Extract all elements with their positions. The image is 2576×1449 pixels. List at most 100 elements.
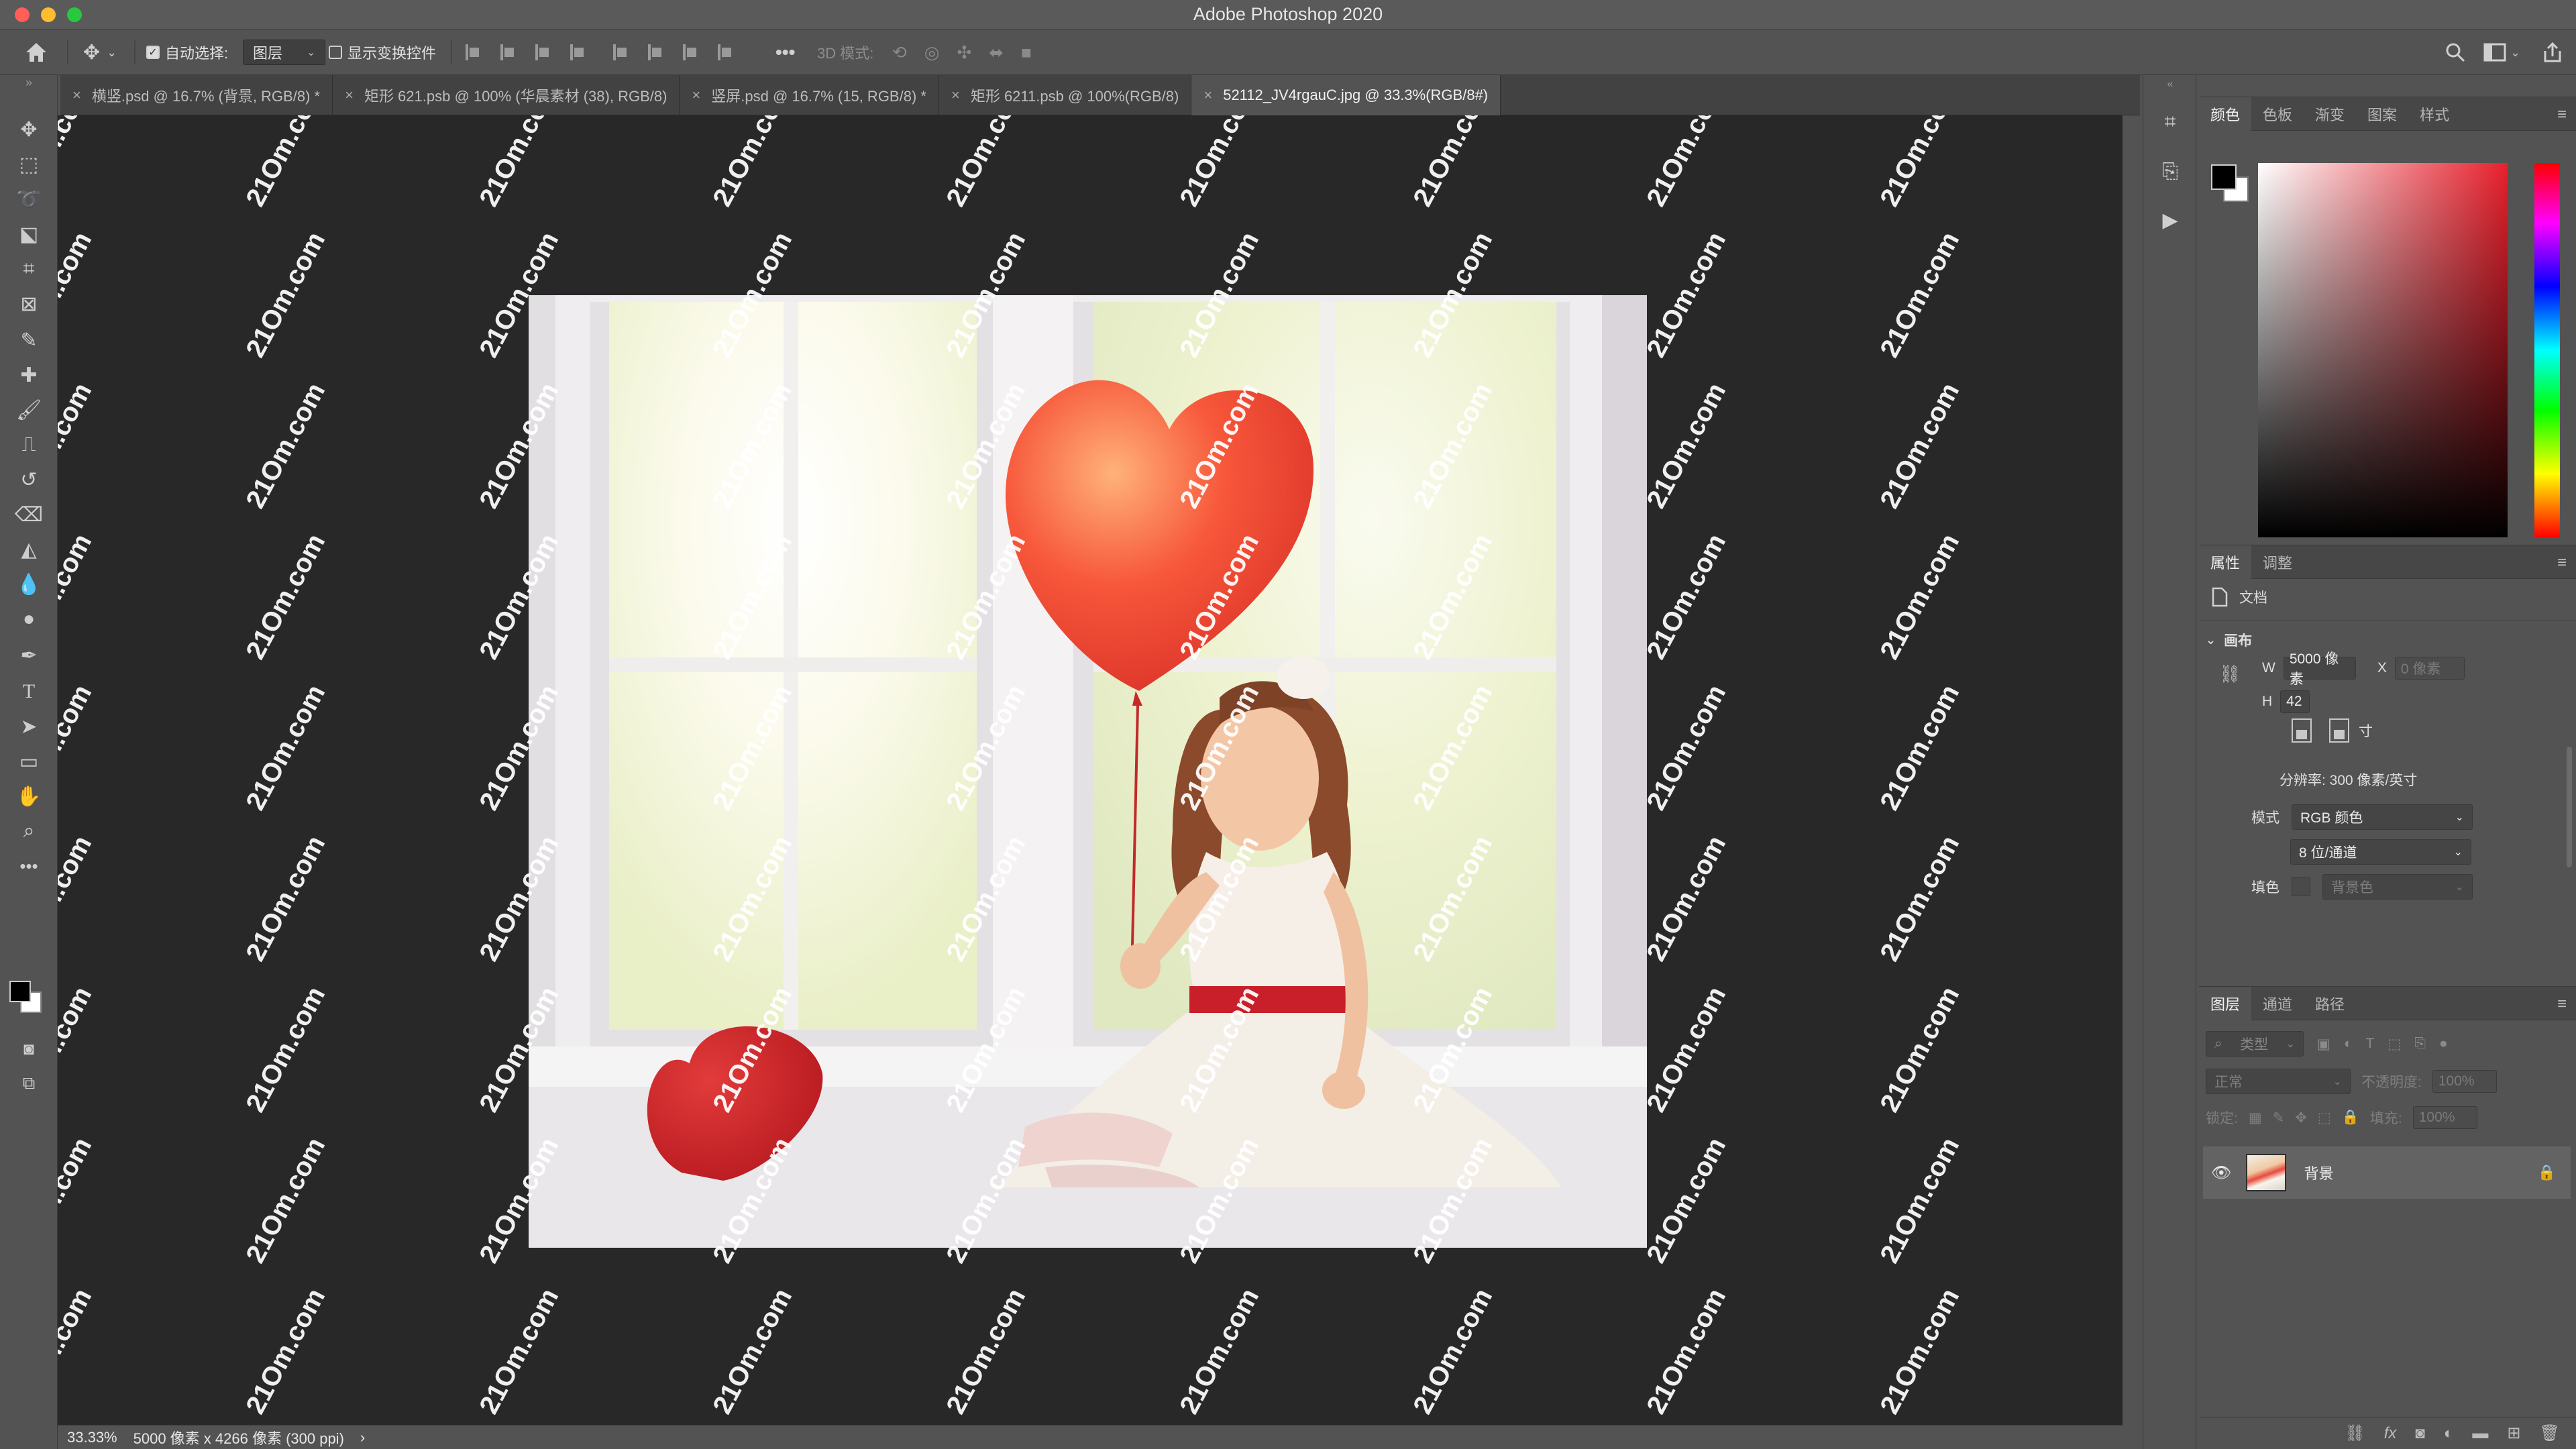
type-tool-icon[interactable]: T [15, 678, 43, 706]
height-field[interactable]: 42 [2280, 690, 2310, 713]
move-tool-icon[interactable]: ✥ [15, 115, 43, 144]
color-picker-field[interactable] [2258, 163, 2508, 537]
hand-tool-icon[interactable]: ✋ [15, 782, 43, 810]
3d-camera-icon[interactable]: ■ [1021, 42, 1032, 63]
new-layer-icon[interactable]: ⊞ [2507, 1424, 2520, 1443]
quick-mask-icon[interactable]: ◙ [15, 1034, 43, 1063]
filter-smart-object-icon[interactable]: ⎘ [2414, 1036, 2426, 1052]
more-tools-icon[interactable]: ••• [15, 852, 43, 880]
tab-gradients[interactable]: 渐变 [2304, 97, 2356, 131]
more-options-button[interactable]: ••• [775, 30, 795, 75]
filter-shape-icon[interactable]: ⬚ [2387, 1036, 2401, 1053]
screen-mode-icon[interactable]: ⧉ [15, 1069, 43, 1097]
align-center-h-icon[interactable] [499, 43, 515, 62]
status-info-menu-icon[interactable]: › [360, 1429, 365, 1446]
link-layers-icon[interactable]: ⛓ [2345, 1424, 2365, 1443]
visibility-eye-icon[interactable]: 👁 [2211, 1163, 2231, 1183]
tab-patterns[interactable]: 图案 [2356, 97, 2408, 131]
adjustment-layer-icon[interactable]: ◐ [2444, 1424, 2454, 1443]
tab-styles[interactable]: 样式 [2408, 97, 2461, 131]
frame-tool-icon[interactable]: ⊠ [15, 290, 43, 318]
share-button[interactable] [2542, 30, 2563, 75]
collapse-toolbar-icon[interactable]: » [15, 76, 43, 89]
brush-tool-icon[interactable]: 🖌 [15, 396, 43, 424]
doc-tab[interactable]: × 竖屏.psd @ 16.7% (15, RGB/8) * [680, 75, 939, 115]
document-image[interactable] [529, 295, 1647, 1248]
panel-menu-icon[interactable]: ≡ [2557, 995, 2567, 1014]
foreground-color-swatch[interactable] [9, 981, 31, 1002]
tab-channels[interactable]: 通道 [2251, 987, 2304, 1020]
lock-image-icon[interactable]: ✎ [2273, 1110, 2285, 1126]
tab-color[interactable]: 颜色 [2199, 97, 2252, 131]
path-select-tool-icon[interactable]: ➤ [15, 712, 43, 741]
link-dimensions-icon[interactable]: ⛓ [2219, 663, 2241, 684]
filter-pixel-icon[interactable]: ▣ [2317, 1036, 2330, 1053]
history-brush-tool-icon[interactable]: ↺ [15, 466, 43, 494]
doc-tab[interactable]: × 矩形 621.psb @ 100% (华晨素材 (38), RGB/8) [333, 75, 680, 115]
layer-mask-icon[interactable]: ◙ [2415, 1424, 2425, 1443]
delete-layer-icon[interactable]: 🗑 [2540, 1424, 2560, 1443]
foreground-color-swatch[interactable] [2211, 164, 2237, 190]
fill-select[interactable]: 背景色 ⌄ [2322, 874, 2473, 900]
filter-toggle-icon[interactable]: ● [2439, 1036, 2448, 1052]
width-field[interactable]: 5000 像素 [2283, 651, 2356, 687]
auto-select-target-select[interactable]: 图层 ⌄ [243, 40, 326, 65]
doc-tab[interactable]: × 矩形 6211.psb @ 100%(RGB/8) [939, 75, 1192, 115]
close-icon[interactable]: × [951, 87, 960, 104]
history-panel-icon[interactable]: ⎘ [2155, 157, 2185, 186]
lock-position-icon[interactable]: ✥ [2295, 1110, 2307, 1126]
dodge-tool-icon[interactable]: ● [15, 605, 43, 633]
zoom-tool-icon[interactable]: ⌕ [15, 817, 43, 845]
bit-depth-select[interactable]: 8 位/通道 ⌄ [2290, 839, 2471, 865]
clone-stamp-tool-icon[interactable]: ⎍ [15, 431, 43, 459]
close-icon[interactable]: × [72, 87, 81, 104]
3d-slide-icon[interactable]: ⬌ [989, 42, 1004, 63]
move-tool-preset[interactable]: ✥ ⌄ [83, 30, 117, 75]
lasso-tool-icon[interactable]: ➰ [15, 185, 43, 213]
zoom-level[interactable]: 33.33% [67, 1429, 117, 1446]
new-group-icon[interactable]: ▬ [2472, 1424, 2488, 1443]
fill-color-swatch[interactable] [2292, 877, 2310, 896]
hue-slider[interactable] [2534, 163, 2560, 537]
healing-brush-tool-icon[interactable]: ✚ [15, 361, 43, 389]
opacity-field[interactable]: 100% [2432, 1070, 2497, 1093]
3d-orbit-icon[interactable]: ⟲ [892, 42, 907, 63]
align-top-icon[interactable] [612, 43, 628, 62]
eyedropper-tool-icon[interactable]: ✎ [15, 326, 43, 354]
pen-tool-icon[interactable]: ✒ [15, 641, 43, 669]
tab-properties[interactable]: 属性 [2199, 545, 2252, 579]
tab-layers[interactable]: 图层 [2199, 986, 2252, 1020]
close-icon[interactable]: × [345, 87, 354, 104]
tab-swatches[interactable]: 色板 [2251, 97, 2304, 131]
lock-artboard-icon[interactable]: ⬚ [2318, 1110, 2331, 1126]
marquee-tool-icon[interactable]: ⬚ [15, 150, 43, 178]
3d-roll-icon[interactable]: ◎ [924, 42, 940, 63]
portrait-orientation-icon[interactable] [2292, 718, 2312, 743]
color-mode-select[interactable]: RGB 颜色 ⌄ [2292, 804, 2473, 830]
x-field[interactable]: 0 像素 [2394, 657, 2465, 680]
align-left-icon[interactable] [464, 43, 480, 62]
rectangle-tool-icon[interactable]: ▭ [15, 747, 43, 775]
search-button[interactable] [2445, 30, 2466, 75]
collapse-panels-icon[interactable]: « [2155, 78, 2185, 91]
tab-adjustments[interactable]: 调整 [2251, 545, 2304, 579]
paint-bucket-tool-icon[interactable]: ◭ [15, 535, 43, 564]
fill-opacity-field[interactable]: 100% [2412, 1106, 2477, 1129]
filter-type-icon[interactable]: T [2366, 1036, 2375, 1052]
document-canvas-area[interactable]: 21Om.com 21Om.com 21Om.com 21Om.com 21Om.com… [58, 115, 2123, 1425]
crop-tool-icon[interactable]: ⌗ [15, 255, 43, 283]
tab-paths[interactable]: 路径 [2304, 987, 2356, 1020]
blend-mode-select[interactable]: 正常 ⌄ [2206, 1069, 2351, 1094]
blur-tool-icon[interactable]: 💧 [15, 570, 43, 598]
lock-transparent-icon[interactable]: ▦ [2249, 1110, 2262, 1126]
distribute-horizontal-icon[interactable] [716, 43, 733, 62]
align-middle-v-icon[interactable] [647, 43, 663, 62]
home-button[interactable] [24, 30, 48, 75]
lock-all-icon[interactable]: 🔒 [2342, 1110, 2359, 1126]
doc-tab[interactable]: × 横竖.psd @ 16.7% (背景, RGB/8) * [60, 75, 333, 115]
distribute-vertical-icon[interactable] [569, 43, 585, 62]
show-transform-checkbox[interactable]: 显示变换控件 [329, 30, 436, 75]
panel-menu-icon[interactable]: ≡ [2557, 105, 2567, 124]
layer-effects-icon[interactable]: fx [2384, 1424, 2397, 1443]
crop-panel-icon[interactable]: ⌗ [2155, 107, 2185, 137]
